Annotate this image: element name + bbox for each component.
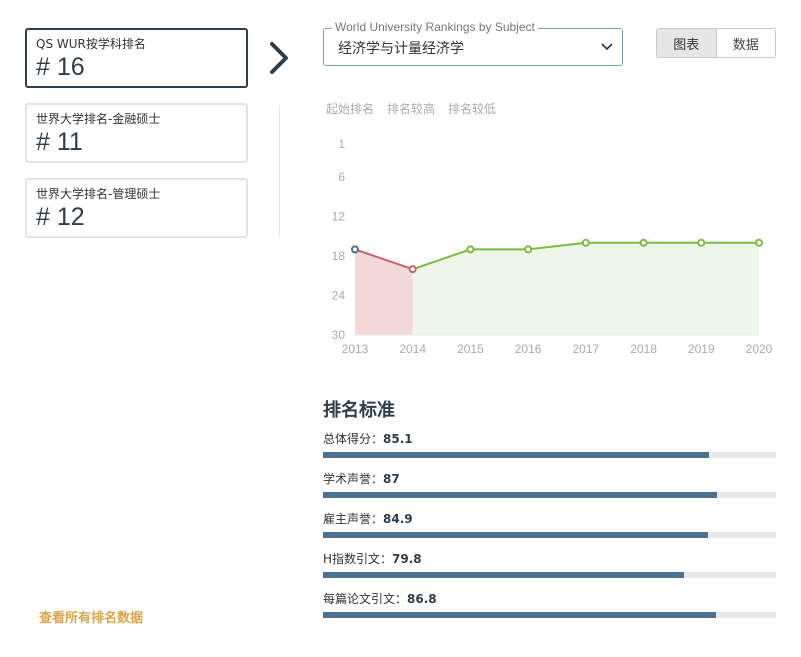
criterion-bar — [323, 452, 776, 458]
criterion-employer-reputation: 雇主声誉：84.9 — [323, 510, 776, 540]
view-all-rankings-link[interactable]: 查看所有排名数据 — [39, 607, 143, 626]
chevron-right-icon[interactable] — [266, 40, 294, 76]
rank-card-value: # 12 — [36, 203, 85, 231]
x-tick-label: 2020 — [746, 342, 773, 356]
data-point — [639, 238, 648, 247]
data-point — [524, 245, 533, 254]
higher-rank-area — [412, 242, 759, 335]
rank-card-label: 世界大学排名-金融硕士 — [36, 112, 161, 126]
criterion-bar — [323, 532, 776, 538]
criterion-label: 每篇论文引文： — [323, 592, 408, 606]
criterion-bar — [323, 492, 776, 498]
view-toggle: 图表 数据 — [656, 28, 776, 58]
criterion-value: 79.8 — [392, 552, 422, 566]
data-point — [408, 265, 417, 274]
criterion-bar-fill — [323, 612, 717, 618]
criterion-label: 学术声誉： — [323, 472, 384, 486]
criterion-h-index: H指数引文：79.8 — [323, 550, 776, 580]
chevron-down-icon — [601, 43, 613, 51]
criterion-value: 86.8 — [407, 592, 437, 606]
criterion-bar-fill — [323, 532, 708, 538]
criterion-bar-fill — [323, 492, 718, 498]
criterion-label: H指数引文： — [323, 552, 393, 566]
x-tick-label: 2017 — [573, 342, 600, 356]
rank-card-qs-subject[interactable]: QS WUR按学科排名 # 16 — [25, 28, 248, 88]
data-point — [466, 245, 475, 254]
y-tick-label: 18 — [332, 249, 346, 263]
criterion-bar — [323, 572, 776, 578]
filter-start-rank[interactable]: 起始排名 — [326, 100, 374, 117]
rank-card-value: # 16 — [36, 53, 85, 81]
criterion-value: 87 — [383, 472, 400, 486]
x-tick-label: 2014 — [399, 342, 426, 356]
criterion-overall: 总体得分：85.1 — [323, 430, 776, 460]
rank-card-management-masters[interactable]: 世界大学排名-管理硕士 # 12 — [25, 178, 248, 238]
y-tick-label: 6 — [338, 170, 345, 184]
x-tick-label: 2015 — [457, 342, 484, 356]
data-view-button[interactable]: 数据 — [716, 29, 775, 57]
ranking-history-chart: 1 6 12 18 24 302013 2014 2015 2016 2017 2018 2019 20… — [332, 137, 773, 356]
criterion-bar-fill — [323, 572, 685, 578]
y-tick-label: 1 — [338, 137, 345, 151]
subject-select-legend: World University Rankings by Subject — [332, 20, 538, 34]
y-tick-label: 12 — [332, 209, 346, 223]
criterion-citations-per-paper: 每篇论文引文：86.8 — [323, 590, 776, 620]
criterion-value: 85.1 — [383, 432, 413, 446]
x-tick-label: 2013 — [342, 342, 369, 356]
subject-select-value: 经济学与计量经济学 — [338, 41, 464, 57]
data-point — [351, 245, 359, 254]
y-tick-label: 24 — [332, 288, 346, 302]
lower-rank-area — [355, 249, 413, 335]
criterion-label: 雇主声誉： — [323, 512, 384, 526]
chart-view-button[interactable]: 图表 — [657, 29, 717, 57]
divider — [279, 105, 280, 238]
rank-card-label: QS WUR按学科排名 — [36, 37, 146, 51]
data-point — [581, 238, 590, 247]
filter-lower-rank[interactable]: 排名较低 — [448, 100, 496, 117]
x-tick-label: 2018 — [630, 342, 657, 356]
criteria-title: 排名标准 — [323, 400, 395, 421]
criterion-bar-fill — [323, 452, 709, 458]
y-tick-label: 30 — [332, 328, 346, 342]
chart-filter-tabs: 起始排名 排名较高 排名较低 — [326, 100, 496, 117]
rank-card-value: # 11 — [36, 128, 83, 156]
filter-higher-rank[interactable]: 排名较高 — [387, 100, 435, 117]
data-point — [755, 238, 763, 247]
subject-select[interactable]: World University Rankings by Subject 经济学… — [323, 20, 623, 66]
criterion-bar — [323, 612, 776, 618]
criterion-academic-reputation: 学术声誉：87 — [323, 470, 776, 500]
x-tick-label: 2019 — [688, 342, 715, 356]
x-tick-label: 2016 — [515, 342, 542, 356]
data-point — [697, 238, 706, 247]
criterion-label: 总体得分： — [323, 432, 384, 446]
criterion-value: 84.9 — [383, 512, 413, 526]
rank-card-finance-masters[interactable]: 世界大学排名-金融硕士 # 11 — [25, 103, 248, 163]
rank-card-label: 世界大学排名-管理硕士 — [36, 187, 161, 201]
